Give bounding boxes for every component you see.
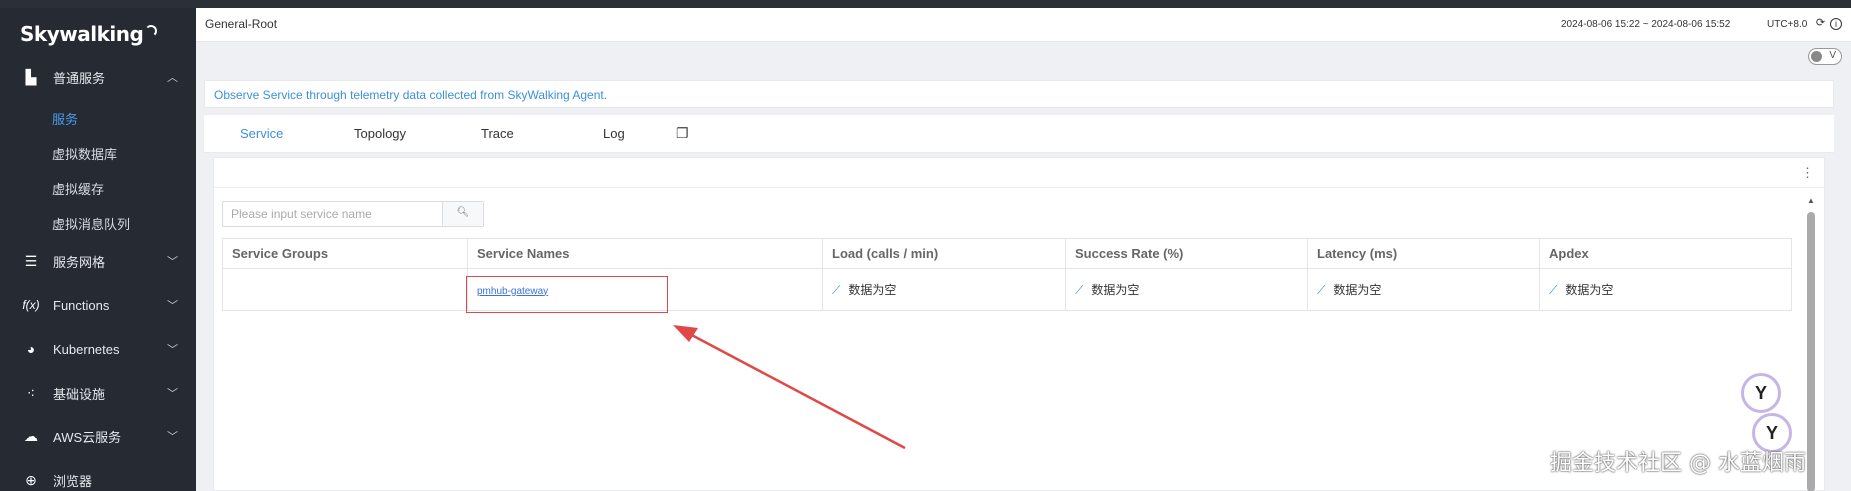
search-icon[interactable]: 🔍︎ [442, 202, 483, 226]
logo-text: Skywalking [20, 22, 144, 46]
sidebar-group-label: 浏览器 [53, 473, 93, 489]
function-icon: f(x) [22, 298, 40, 312]
globe-icon: ⊕ [25, 471, 37, 488]
refresh-icon[interactable]: ⟳ [1814, 17, 1827, 30]
chevron-down-icon: ﹀ [167, 344, 178, 356]
column-header: Service Names [467, 238, 823, 269]
column-header: Success Rate (%) [1065, 238, 1308, 269]
sidebar-group-aws[interactable]: ☁ AWS云服务 ﹀ [0, 421, 196, 451]
trend-icon: ⟋ [832, 283, 841, 297]
sidebar-group-kubernetes[interactable]: ◕ Kubernetes ﹀ [0, 334, 196, 364]
chevron-down-icon: ﹀ [167, 431, 178, 443]
load-value: 数据为空 [848, 283, 897, 297]
latency-cell: ⟋ 数据为空 [1307, 268, 1540, 311]
latency-value: 数据为空 [1333, 283, 1382, 297]
column-header: Service Groups [222, 238, 468, 269]
service-search: 🔍︎ [222, 201, 484, 227]
chevron-down-icon: ﹀ [167, 256, 178, 268]
sidebar-group-label: 基础设施 [53, 386, 106, 402]
sidebar-item-virtual-database[interactable]: 虚拟数据库 [52, 144, 117, 163]
sidebar-group-functions[interactable]: f(x) Functions ﹀ [0, 290, 196, 320]
timezone-label[interactable]: UTC+8.0 [1767, 19, 1807, 30]
scroll-thumb[interactable] [1807, 212, 1815, 491]
apdex-cell: ⟋ 数据为空 [1539, 268, 1792, 311]
column-header: Load (calls / min) [822, 238, 1066, 269]
service-group-cell [222, 268, 468, 311]
breadcrumb: General-Root [205, 17, 278, 31]
sidebar-item-virtual-mq[interactable]: 虚拟消息队列 [52, 214, 130, 233]
info-bar: Observe Service through telemetry data c… [204, 80, 1834, 108]
more-vertical-icon[interactable]: ⋮ [1801, 166, 1814, 179]
copy-icon[interactable]: ❐ [676, 125, 689, 142]
tab-topology[interactable]: Topology [354, 126, 406, 141]
search-input[interactable] [223, 202, 443, 226]
apdex-value: 数据为空 [1565, 283, 1614, 297]
sidebar-group-browser[interactable]: ⊕ 浏览器 [0, 465, 196, 491]
success-rate-value: 数据为空 [1091, 283, 1140, 297]
sidebar-group-label: 普通服务 [53, 70, 106, 86]
scroll-up-icon[interactable]: ▲ [1806, 196, 1816, 205]
sidebar-group-label: Kubernetes [53, 341, 120, 357]
tab-log[interactable]: Log [603, 126, 625, 141]
sidebar-group-label: AWS云服务 [53, 429, 122, 445]
nodes-icon: ⁖ [26, 384, 36, 401]
toggle-label: V [1829, 50, 1836, 61]
sidebar-group-label: 服务网格 [53, 254, 106, 270]
toggle-knob [1811, 51, 1822, 62]
trend-icon: ⟋ [1317, 283, 1326, 297]
layers-icon: ☰ [24, 252, 38, 269]
time-range-picker[interactable]: 2024-08-06 15:22 ~ 2024-08-06 15:52 [1561, 19, 1730, 30]
trend-icon: ⟋ [1549, 283, 1558, 297]
panel-toolbar: ⋮ [214, 158, 1824, 188]
success-rate-cell: ⟋ 数据为空 [1065, 268, 1308, 311]
logo-mark-icon [145, 25, 158, 37]
load-cell: ⟋ 数据为空 [822, 268, 1066, 311]
chevron-down-icon: ﹀ [167, 300, 178, 312]
sidebar-item-service[interactable]: 服务 [52, 109, 78, 128]
top-strip [0, 0, 1851, 8]
sidebar-group-label: Functions [53, 297, 110, 313]
sidebar-group-normal-services[interactable]: ▙ 普通服务 ︿ [0, 62, 196, 92]
table-row: pmhub-gateway ⟋ 数据为空 ⟋ 数据为空 ⟋ 数据为空 ⟋ 数据为空 [222, 268, 1792, 311]
kubernetes-icon: ◕ [26, 341, 36, 357]
column-header: Apdex [1539, 238, 1792, 269]
vertical-scrollbar[interactable]: ▲ [1806, 196, 1818, 491]
sidebar-group-service-mesh[interactable]: ☰ 服务网格 ﹀ [0, 246, 196, 276]
sidebar: Skywalking ▙ 普通服务 ︿ 服务 虚拟数据库 虚拟缓存 虚拟消息队列… [0, 8, 196, 491]
chevron-up-icon: ︿ [167, 72, 178, 84]
info-icon[interactable]: i [1830, 18, 1842, 30]
cloud-icon: ☁ [24, 427, 38, 444]
trend-icon: ⟋ [1075, 283, 1084, 297]
watermark: 掘金技术社区 @ 水蓝烟雨 [1550, 451, 1806, 476]
tab-trace[interactable]: Trace [481, 126, 514, 141]
sidebar-item-virtual-cache[interactable]: 虚拟缓存 [52, 179, 104, 198]
header: General-Root 2024-08-06 15:22 ~ 2024-08-… [196, 8, 1851, 42]
service-table: Service Groups Service Names Load (calls… [222, 238, 1792, 311]
tab-bar: Service Topology Trace Log ❐ [204, 115, 1834, 153]
tab-service[interactable]: Service [240, 126, 283, 141]
info-text: Observe Service through telemetry data c… [214, 88, 608, 102]
service-panel: ⋮ 🔍︎ Service Groups Service Names Load (… [213, 157, 1825, 491]
version-toggle[interactable]: V [1808, 48, 1842, 65]
floating-assistant-icon[interactable]: Y [1741, 373, 1781, 413]
bar-chart-icon: ▙ [25, 68, 37, 85]
sidebar-group-infrastructure[interactable]: ⁖ 基础设施 ﹀ [0, 378, 196, 408]
table-header-row: Service Groups Service Names Load (calls… [222, 238, 1792, 269]
chevron-down-icon: ﹀ [167, 388, 178, 400]
column-header: Latency (ms) [1307, 238, 1540, 269]
highlight-box [466, 276, 668, 313]
logo[interactable]: Skywalking [20, 22, 158, 46]
